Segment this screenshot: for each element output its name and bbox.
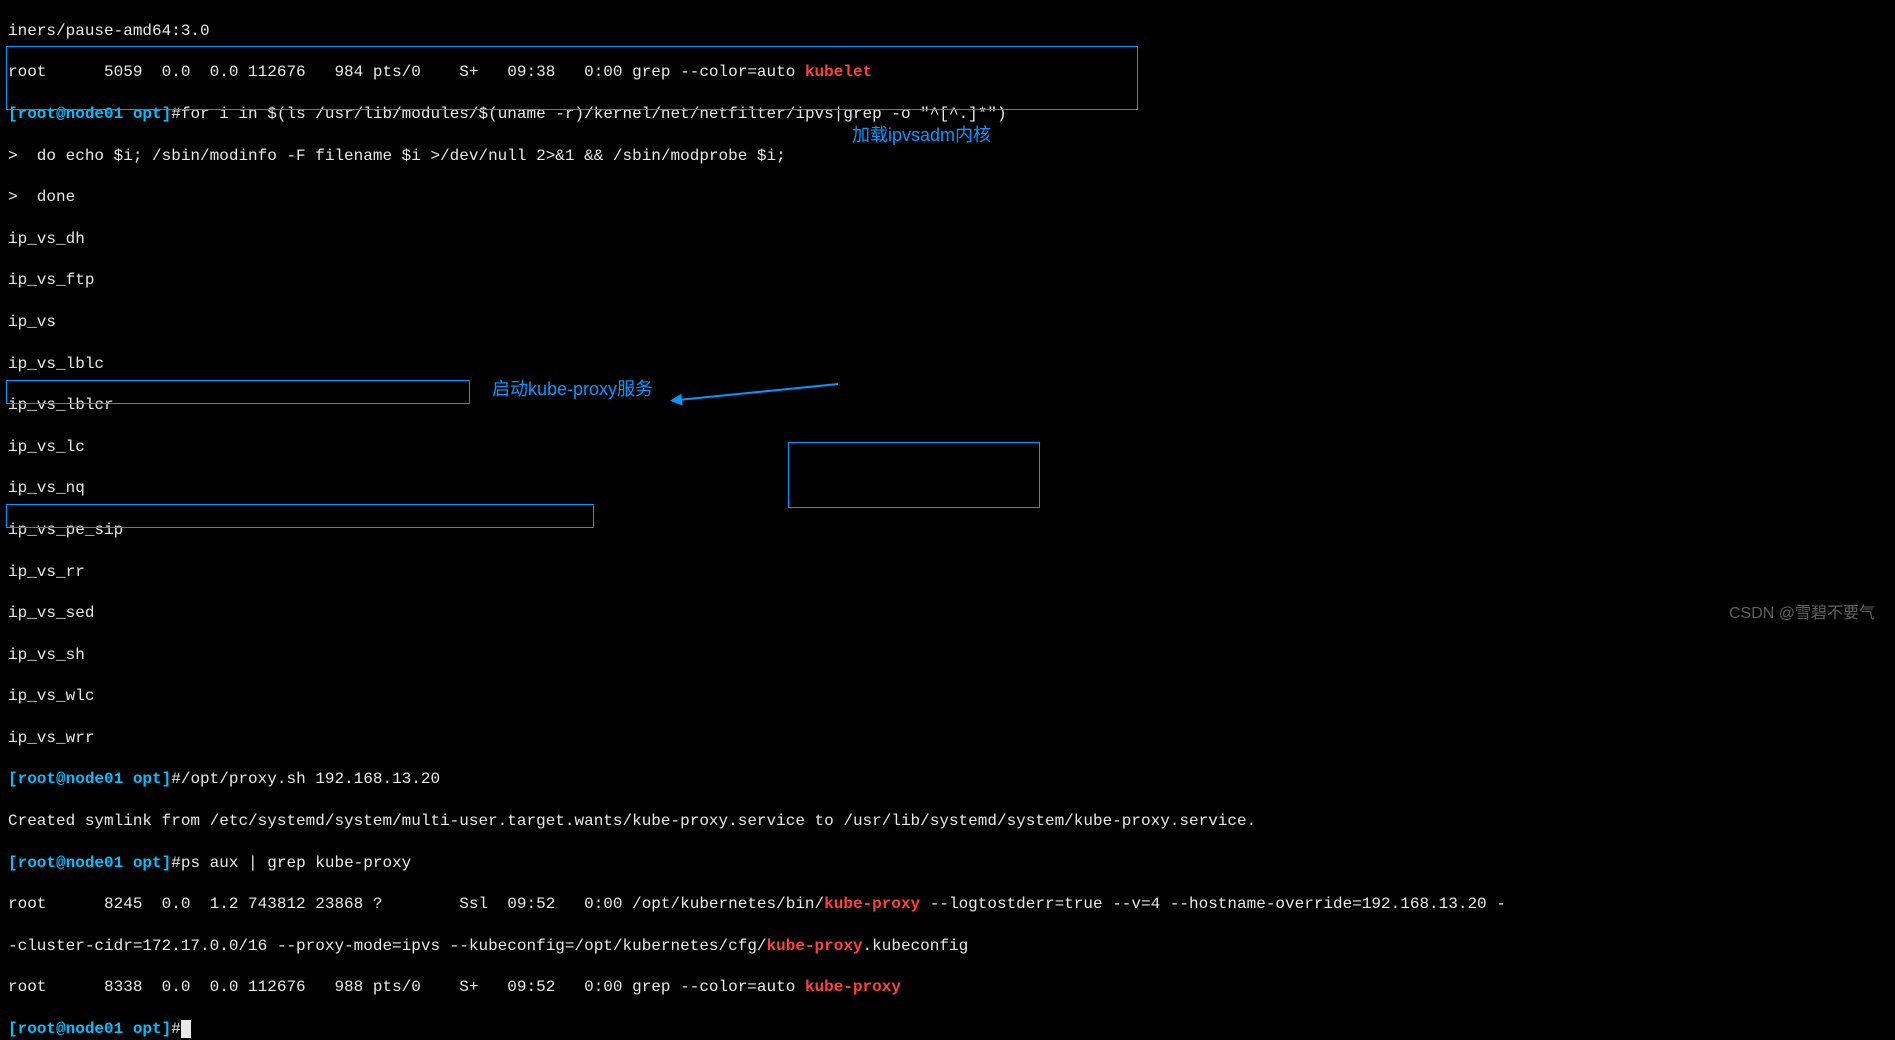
prompt: [root@node01 opt]: [8, 1020, 171, 1038]
command-text: ps aux | grep kube-proxy: [181, 854, 411, 872]
prompt-line: [root@node01 opt]#for i in $(ls /usr/lib…: [8, 105, 1007, 123]
continuation-line: > do echo $i; /sbin/modinfo -F filename …: [8, 147, 786, 165]
module-line: ip_vs_sed: [8, 604, 94, 622]
watermark: CSDN @雪碧不要气: [1729, 604, 1875, 625]
module-line: ip_vs_lc: [8, 438, 85, 456]
annotation-proxy: 启动kube-proxy服务: [492, 378, 653, 401]
module-line: ip_vs_pe_sip: [8, 521, 123, 539]
module-line: ip_vs_lblcr: [8, 396, 114, 414]
ps-output-line: -cluster-cidr=172.17.0.0/16 --proxy-mode…: [8, 937, 968, 955]
grep-match: kube-proxy: [767, 937, 863, 955]
grep-match: kubelet: [805, 63, 872, 81]
output-line: Created symlink from /etc/systemd/system…: [8, 812, 1256, 830]
module-line: ip_vs_wrr: [8, 729, 94, 747]
prompt-line[interactable]: [root@node01 opt]#: [8, 1020, 191, 1038]
ps-output-line: root 8338 0.0 0.0 112676 988 pts/0 S+ 09…: [8, 978, 901, 996]
module-line: ip_vs_wlc: [8, 687, 94, 705]
module-line: ip_vs: [8, 313, 56, 331]
module-line: ip_vs_ftp: [8, 271, 94, 289]
continuation-line: > done: [8, 188, 75, 206]
annotation-ipvs: 加载ipvsadm内核: [852, 124, 991, 147]
output-line: iners/pause-amd64:3.0: [8, 22, 210, 40]
terminal[interactable]: iners/pause-amd64:3.0 root 5059 0.0 0.0 …: [0, 0, 1895, 1040]
prompt: [root@node01 opt]: [8, 770, 171, 788]
prompt-line: [root@node01 opt]#ps aux | grep kube-pro…: [8, 854, 411, 872]
command-text: /opt/proxy.sh 192.168.13.20: [181, 770, 440, 788]
module-line: ip_vs_dh: [8, 230, 85, 248]
cursor: [181, 1020, 191, 1038]
command-text: for i in $(ls /usr/lib/modules/$(uname -…: [181, 105, 1007, 123]
prompt: [root@node01 opt]: [8, 854, 171, 872]
grep-match: kube-proxy: [805, 978, 901, 996]
module-line: ip_vs_nq: [8, 479, 85, 497]
grep-match: kube-proxy: [824, 895, 920, 913]
module-line: ip_vs_rr: [8, 563, 85, 581]
ps-output-line: root 8245 0.0 1.2 743812 23868 ? Ssl 09:…: [8, 895, 1506, 913]
module-line: ip_vs_sh: [8, 646, 85, 664]
prompt-line: [root@node01 opt]#/opt/proxy.sh 192.168.…: [8, 770, 440, 788]
prompt: [root@node01 opt]: [8, 105, 171, 123]
ps-output-line: root 5059 0.0 0.0 112676 984 pts/0 S+ 09…: [8, 63, 872, 81]
module-line: ip_vs_lblc: [8, 355, 104, 373]
